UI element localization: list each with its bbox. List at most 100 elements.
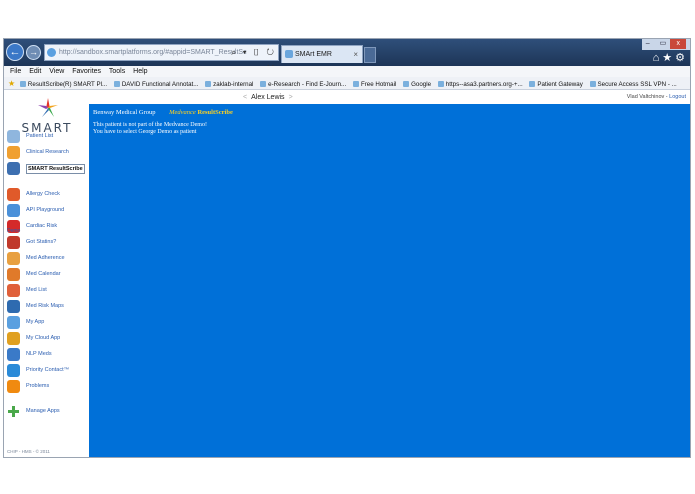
- menu-favorites[interactable]: Favorites: [72, 68, 101, 75]
- app-label: API Playground: [26, 207, 65, 213]
- app-label: Patient List: [26, 133, 54, 139]
- app-label: Problems: [26, 383, 50, 389]
- app-sidebar: SMART Patient List Clinical Research SMART…: [4, 91, 89, 457]
- app-icon: [7, 316, 20, 329]
- sidebar-app-item[interactable]: Med List: [7, 284, 89, 297]
- app-label: Got Statins?: [26, 239, 57, 245]
- favorite-link[interactable]: Patient Gateway: [529, 81, 583, 88]
- tab-title: SMArt EMR: [295, 51, 332, 58]
- app-label: Med List: [26, 287, 47, 293]
- sidebar-app-item[interactable]: Problems: [7, 380, 89, 393]
- favorites-star-icon[interactable]: ★: [8, 79, 15, 88]
- sidebar-app-item[interactable]: Priority Contact™: [7, 364, 89, 377]
- favorite-icon: [205, 81, 212, 87]
- tab-smart-emr[interactable]: SMArt EMR ×: [281, 45, 363, 63]
- favorite-link[interactable]: https--asa3.partners.org-+...: [437, 81, 523, 88]
- browser-title-bar: ← → http://sandbox.smartplatforms.org/#a…: [4, 39, 690, 73]
- warning-message: This patient is not part of the Medvance…: [93, 122, 207, 128]
- sidebar-app-item[interactable]: My Cloud App: [7, 332, 89, 345]
- brand-name: Medvance ResultScribe: [169, 109, 233, 116]
- app-label: Med Calendar: [26, 271, 61, 277]
- forward-button[interactable]: →: [26, 45, 41, 60]
- menu-tools[interactable]: Tools: [109, 68, 125, 75]
- app-icon: [7, 300, 20, 313]
- favorite-icon: [352, 81, 359, 87]
- instruction-message: You have to select George Demo as patien…: [93, 129, 197, 135]
- favorite-label: DAVID Functional Annotat...: [121, 81, 199, 88]
- sidebar-app-item[interactable]: NLP Meds: [7, 348, 89, 361]
- patient-selector[interactable]: < Alex Lewis >: [239, 92, 297, 103]
- user-name: Vlad Valtchinov: [626, 94, 665, 100]
- app-label: NLP Meds: [26, 351, 52, 357]
- browser-window: ← → http://sandbox.smartplatforms.org/#a…: [3, 38, 691, 458]
- sidebar-app-item[interactable]: Clinical Research: [7, 146, 89, 159]
- app-icon: [7, 204, 20, 217]
- app-icon: [7, 162, 20, 175]
- sidebar-app-item[interactable]: My App: [7, 316, 89, 329]
- favorite-link[interactable]: DAVID Functional Annotat...: [113, 81, 199, 88]
- plus-icon: [7, 405, 20, 418]
- app-label: My App: [26, 319, 45, 325]
- favorite-icon: [529, 81, 536, 87]
- app-label: Priority Contact™: [26, 367, 70, 373]
- app-icon: [7, 236, 20, 249]
- app-icon: [7, 332, 20, 345]
- favorite-link[interactable]: zaklab-internal: [205, 81, 253, 88]
- sidebar-app-item[interactable]: Med Risk Maps: [7, 300, 89, 313]
- app-icon: [7, 284, 20, 297]
- menu-view[interactable]: View: [49, 68, 64, 75]
- prev-patient-icon[interactable]: <: [243, 94, 247, 101]
- app-label: Cardiac Risk: [26, 223, 58, 229]
- app-icon: [7, 348, 20, 361]
- smart-star-icon: [38, 98, 58, 117]
- browser-tools-icons[interactable]: ⌂★⚙: [653, 51, 688, 64]
- sidebar-app-item[interactable]: SMART ResultScribe: [7, 162, 89, 175]
- tab-favicon-icon: [285, 50, 293, 58]
- sidebar-app-item[interactable]: Allergy Check: [7, 188, 89, 201]
- menu-edit[interactable]: Edit: [29, 68, 41, 75]
- brand-product: ResultScribe: [197, 109, 233, 116]
- back-button[interactable]: ←: [6, 43, 24, 61]
- app-header: < Alex Lewis > Vlad Valtchinov - Logout: [89, 92, 690, 103]
- new-tab-button[interactable]: [364, 47, 376, 63]
- menu-bar: File Edit View Favorites Tools Help: [4, 66, 690, 77]
- menu-help[interactable]: Help: [133, 68, 147, 75]
- minimize-maximize-icon[interactable]: – ▭: [646, 40, 670, 47]
- sidebar-app-item[interactable]: Patient List: [7, 130, 89, 143]
- window-close-icon[interactable]: x: [670, 39, 687, 49]
- favorite-link[interactable]: e-Research - Find E-Journ...: [260, 81, 346, 88]
- app-label: Med Adherence: [26, 255, 65, 261]
- app-label: Clinical Research: [26, 149, 69, 155]
- app-icon: [7, 146, 20, 159]
- favorite-label: Free Hotmail: [360, 81, 397, 88]
- menu-file[interactable]: File: [10, 68, 21, 75]
- app-icon: [7, 364, 20, 377]
- favorite-label: https--asa3.partners.org-+...: [445, 81, 523, 88]
- group-name: Benway Medical Group: [93, 109, 156, 116]
- logout-link[interactable]: Logout: [669, 94, 686, 100]
- sidebar-app-item[interactable]: Got Statins?: [7, 236, 89, 249]
- app-content-area: Benway Medical Group Medvance ResultScri…: [89, 104, 690, 457]
- patient-name: Alex Lewis: [251, 94, 285, 101]
- manage-apps-button[interactable]: Manage Apps: [7, 405, 89, 418]
- favorite-link[interactable]: Free Hotmail: [352, 81, 397, 88]
- sidebar-app-item[interactable]: Med Adherence: [7, 252, 89, 265]
- sidebar-app-item[interactable]: Med Calendar: [7, 268, 89, 281]
- user-area: Vlad Valtchinov - Logout: [627, 92, 686, 103]
- sidebar-app-item[interactable]: API Playground: [7, 204, 89, 217]
- footer-credit[interactable]: CHIP - HMS - © 2011: [7, 449, 50, 454]
- favorite-icon: [260, 81, 267, 87]
- favorite-link[interactable]: Secure Access SSL VPN - ...: [589, 81, 677, 88]
- address-tools[interactable]: ⌕ ▾ ▯ ↻ ✕: [226, 44, 278, 73]
- tab-close-icon[interactable]: ×: [353, 46, 358, 63]
- window-controls[interactable]: – ▭ x: [642, 39, 690, 50]
- favorite-link[interactable]: Google: [403, 81, 431, 88]
- favorite-link[interactable]: ResultScribe(R) SMART Pl...: [19, 81, 107, 88]
- next-patient-icon[interactable]: >: [289, 94, 293, 101]
- favorite-label: Secure Access SSL VPN - ...: [597, 81, 677, 88]
- favorite-icon: [437, 81, 444, 87]
- favorite-label: Google: [411, 81, 432, 88]
- app-label: Allergy Check: [26, 191, 60, 197]
- group-header: Benway Medical Group Medvance ResultScri…: [93, 109, 233, 116]
- demo-label: Demo: [7, 228, 21, 234]
